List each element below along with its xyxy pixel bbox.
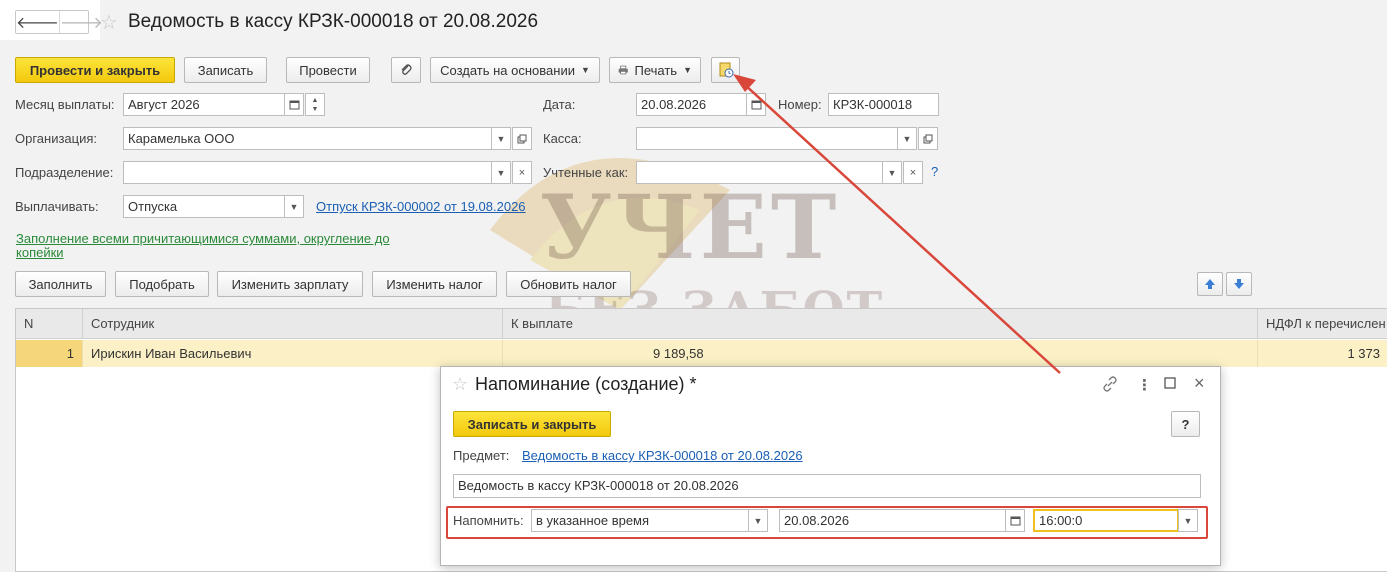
counted-as-label: Учтенные как: xyxy=(543,165,629,180)
department-label: Подразделение: xyxy=(15,165,114,180)
reminder-icon xyxy=(719,62,733,78)
paperclip-icon xyxy=(401,64,412,75)
pay-field[interactable]: Отпуска xyxy=(123,195,285,218)
maximize-icon[interactable] xyxy=(1164,376,1176,393)
reminder-button[interactable] xyxy=(711,57,740,83)
dropdown-button[interactable]: ▼ xyxy=(897,127,917,150)
cash-field[interactable] xyxy=(636,127,898,150)
subject-label: Предмет: xyxy=(453,448,510,463)
cell-ndfl: 1 373 xyxy=(1347,346,1380,361)
chevron-down-icon: ▼ xyxy=(753,515,763,526)
reminder-dialog: ☆ Напоминание (создание) * ⋮ × Записать … xyxy=(440,366,1221,566)
arrow-down-icon xyxy=(1234,279,1244,289)
number-label: Номер: xyxy=(778,97,822,112)
column-header-employee[interactable]: Сотрудник xyxy=(83,309,503,339)
printer-icon xyxy=(618,65,628,75)
month-label: Месяц выплаты: xyxy=(15,97,115,112)
chevron-down-icon: ▼ xyxy=(496,133,506,144)
post-and-close-button[interactable]: Провести и закрыть xyxy=(15,57,175,83)
dropdown-button[interactable]: ▼ xyxy=(491,161,511,184)
save-button[interactable]: Записать xyxy=(184,57,267,83)
open-icon[interactable] xyxy=(512,127,532,150)
cell-employee: Ирискин Иван Васильевич xyxy=(83,340,503,367)
chevron-down-icon: ▼ xyxy=(289,201,299,212)
help-button[interactable]: ? xyxy=(1171,411,1200,437)
fill-settings-link[interactable]: Заполнение всеми причитающимися суммами,… xyxy=(16,231,390,246)
more-icon[interactable]: ⋮ xyxy=(1137,376,1152,394)
create-based-on-label: Создать на основании xyxy=(440,62,575,78)
month-field[interactable]: Август 2026 xyxy=(123,93,285,116)
chevron-down-icon: ▼ xyxy=(580,65,590,75)
favorite-star-icon[interactable]: ☆ xyxy=(452,374,468,395)
attach-button[interactable] xyxy=(391,57,421,83)
fill-button[interactable]: Заполнить xyxy=(15,271,106,297)
dropdown-button[interactable]: ▼ xyxy=(1178,509,1198,532)
save-and-close-button[interactable]: Записать и закрыть xyxy=(453,411,611,437)
dropdown-button[interactable]: ▼ xyxy=(284,195,304,218)
pick-button[interactable]: Подобрать xyxy=(115,271,209,297)
column-header-ndfl[interactable]: НДФЛ к перечислен xyxy=(1258,309,1387,339)
organization-field[interactable]: Карамелька ООО xyxy=(123,127,492,150)
clear-icon[interactable]: × xyxy=(903,161,923,184)
dialog-title: Напоминание (создание) * xyxy=(475,374,697,394)
print-label: Печать xyxy=(634,62,678,78)
refresh-tax-button[interactable]: Обновить налог xyxy=(506,271,631,297)
calendar-icon[interactable] xyxy=(284,93,304,116)
stepper-up-icon[interactable]: ▲ xyxy=(312,96,319,105)
nav-buttons: 🡐 🡒 xyxy=(15,10,103,34)
remind-label: Напомнить: xyxy=(453,513,524,528)
remind-time-field[interactable]: 16:00:0 xyxy=(1033,509,1179,532)
post-button[interactable]: Провести xyxy=(286,57,370,83)
cell-n: 1 xyxy=(16,340,83,367)
chevron-down-icon: ▼ xyxy=(496,167,506,178)
date-field[interactable]: 20.08.2026 xyxy=(636,93,747,116)
department-field[interactable] xyxy=(123,161,492,184)
move-up-button[interactable] xyxy=(1197,272,1223,296)
page-title: Ведомость в кассу КРЗК-000018 от 20.08.2… xyxy=(128,11,539,32)
subject-link[interactable]: Ведомость в кассу КРЗК-000018 от 20.08.2… xyxy=(522,448,803,463)
vacation-document-link[interactable]: Отпуск КРЗК-000002 от 19.08.2026 xyxy=(316,199,526,214)
close-icon[interactable]: × xyxy=(1194,373,1205,394)
organization-label: Организация: xyxy=(15,131,98,146)
calendar-icon[interactable] xyxy=(1005,509,1025,532)
watermark-line1: УЧЕТ xyxy=(540,175,841,279)
create-based-on-button[interactable]: Создать на основании ▼ xyxy=(430,57,600,83)
back-button[interactable]: 🡐 xyxy=(16,11,59,33)
stepper-down-icon[interactable]: ▼ xyxy=(312,105,319,114)
fill-settings-link-cont[interactable]: копейки xyxy=(16,245,64,260)
chevron-down-icon: ▼ xyxy=(683,65,692,75)
change-salary-button[interactable]: Изменить зарплату xyxy=(217,271,363,297)
forward-button[interactable]: 🡒 xyxy=(58,11,103,33)
calendar-icon[interactable] xyxy=(746,93,766,116)
chevron-down-icon: ▼ xyxy=(902,133,912,144)
chevron-down-icon: ▼ xyxy=(1183,515,1193,526)
table-row[interactable]: 1 Ирискин Иван Васильевич 9 189,58 1 373 xyxy=(16,340,1387,367)
move-down-button[interactable] xyxy=(1226,272,1252,296)
month-stepper[interactable]: ▲ ▼ xyxy=(305,93,325,116)
favorite-star-icon[interactable]: ☆ xyxy=(100,10,118,35)
print-button[interactable]: Печать ▼ xyxy=(609,57,701,83)
date-label: Дата: xyxy=(543,97,576,112)
pay-label: Выплачивать: xyxy=(15,199,99,214)
remind-date-field[interactable]: 20.08.2026 xyxy=(779,509,1006,532)
chevron-down-icon: ▼ xyxy=(887,167,897,178)
remind-mode-field[interactable]: в указанное время xyxy=(531,509,749,532)
table-header: N Сотрудник К выплате НДФЛ к перечислен xyxy=(16,309,1387,339)
clear-icon[interactable]: × xyxy=(512,161,532,184)
dropdown-button[interactable]: ▼ xyxy=(882,161,902,184)
arrow-up-icon xyxy=(1205,279,1215,289)
link-icon[interactable] xyxy=(1102,376,1118,396)
number-field[interactable]: КРЗК-000018 xyxy=(828,93,939,116)
column-header-amount[interactable]: К выплате xyxy=(503,309,1258,339)
dropdown-button[interactable]: ▼ xyxy=(748,509,768,532)
description-field[interactable]: Ведомость в кассу КРЗК-000018 от 20.08.2… xyxy=(453,474,1201,498)
open-icon[interactable] xyxy=(918,127,938,150)
counted-as-field[interactable] xyxy=(636,161,883,184)
cell-amount: 9 189,58 xyxy=(503,340,1258,367)
help-icon[interactable]: ? xyxy=(931,164,938,179)
change-tax-button[interactable]: Изменить налог xyxy=(372,271,497,297)
cash-label: Касса: xyxy=(543,131,582,146)
column-header-n[interactable]: N xyxy=(16,309,83,339)
dropdown-button[interactable]: ▼ xyxy=(491,127,511,150)
